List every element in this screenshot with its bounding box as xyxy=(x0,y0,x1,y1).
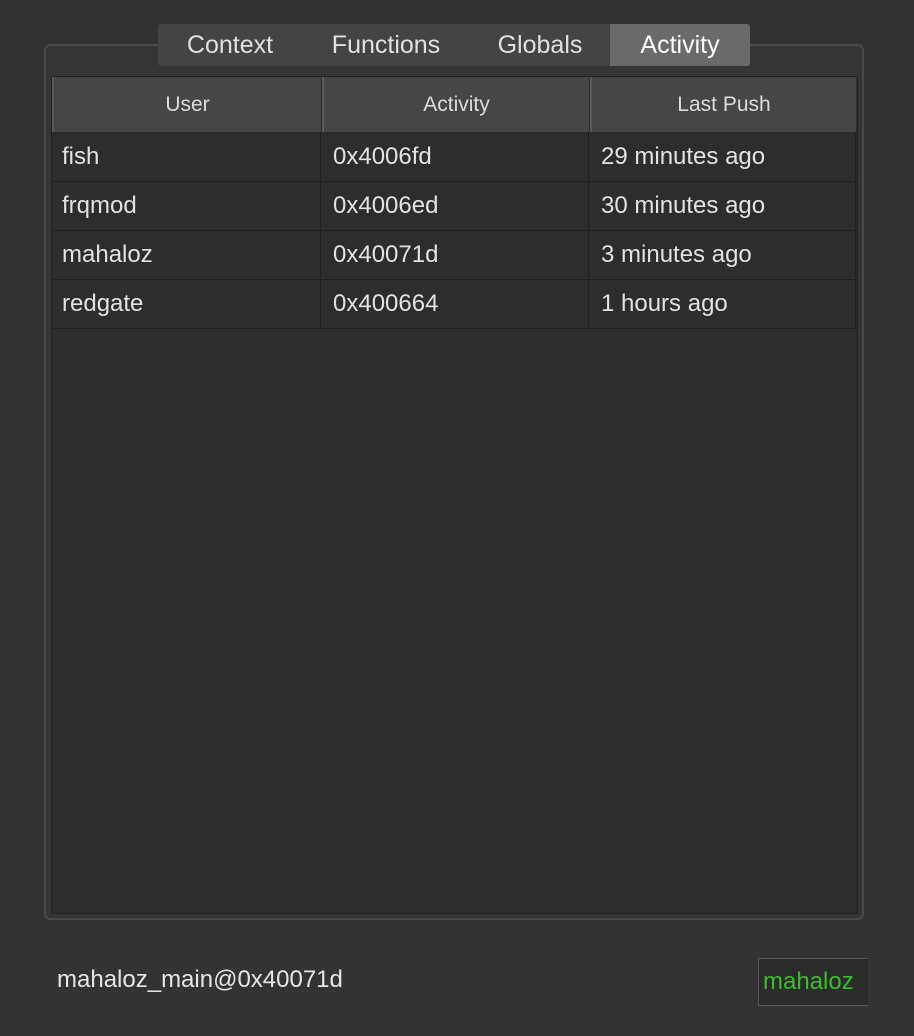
cell-user: fish xyxy=(52,133,321,180)
table-row[interactable]: fish 0x4006fd 29 minutes ago xyxy=(52,133,857,182)
activity-table[interactable]: User Activity Last Push fish 0x4006fd 29… xyxy=(51,76,858,914)
tab-context[interactable]: Context xyxy=(158,24,302,66)
cell-user: redgate xyxy=(52,280,321,327)
cell-last-push: 1 hours ago xyxy=(589,280,856,327)
column-header-user[interactable]: User xyxy=(52,77,322,132)
column-header-last-push[interactable]: Last Push xyxy=(590,77,857,132)
tab-functions[interactable]: Functions xyxy=(302,24,470,66)
cell-activity: 0x40071d xyxy=(321,231,589,278)
cell-last-push: 3 minutes ago xyxy=(589,231,856,278)
table-row[interactable]: redgate 0x400664 1 hours ago xyxy=(52,280,857,329)
tab-bar: Context Functions Globals Activity xyxy=(158,24,750,66)
current-context-label: mahaloz_main@0x40071d xyxy=(57,966,343,993)
cell-user: mahaloz xyxy=(52,231,321,278)
cell-activity: 0x4006ed xyxy=(321,182,589,229)
current-user-indicator[interactable]: mahaloz xyxy=(758,958,868,1006)
table-row[interactable]: mahaloz 0x40071d 3 minutes ago xyxy=(52,231,857,280)
column-header-activity[interactable]: Activity xyxy=(322,77,590,132)
table-row[interactable]: frqmod 0x4006ed 30 minutes ago xyxy=(52,182,857,231)
cell-last-push: 29 minutes ago xyxy=(589,133,856,180)
cell-activity: 0x400664 xyxy=(321,280,589,327)
tab-activity[interactable]: Activity xyxy=(610,24,750,66)
table-header: User Activity Last Push xyxy=(52,77,857,133)
cell-user: frqmod xyxy=(52,182,321,229)
tab-globals[interactable]: Globals xyxy=(470,24,610,66)
cell-activity: 0x4006fd xyxy=(321,133,589,180)
cell-last-push: 30 minutes ago xyxy=(589,182,856,229)
